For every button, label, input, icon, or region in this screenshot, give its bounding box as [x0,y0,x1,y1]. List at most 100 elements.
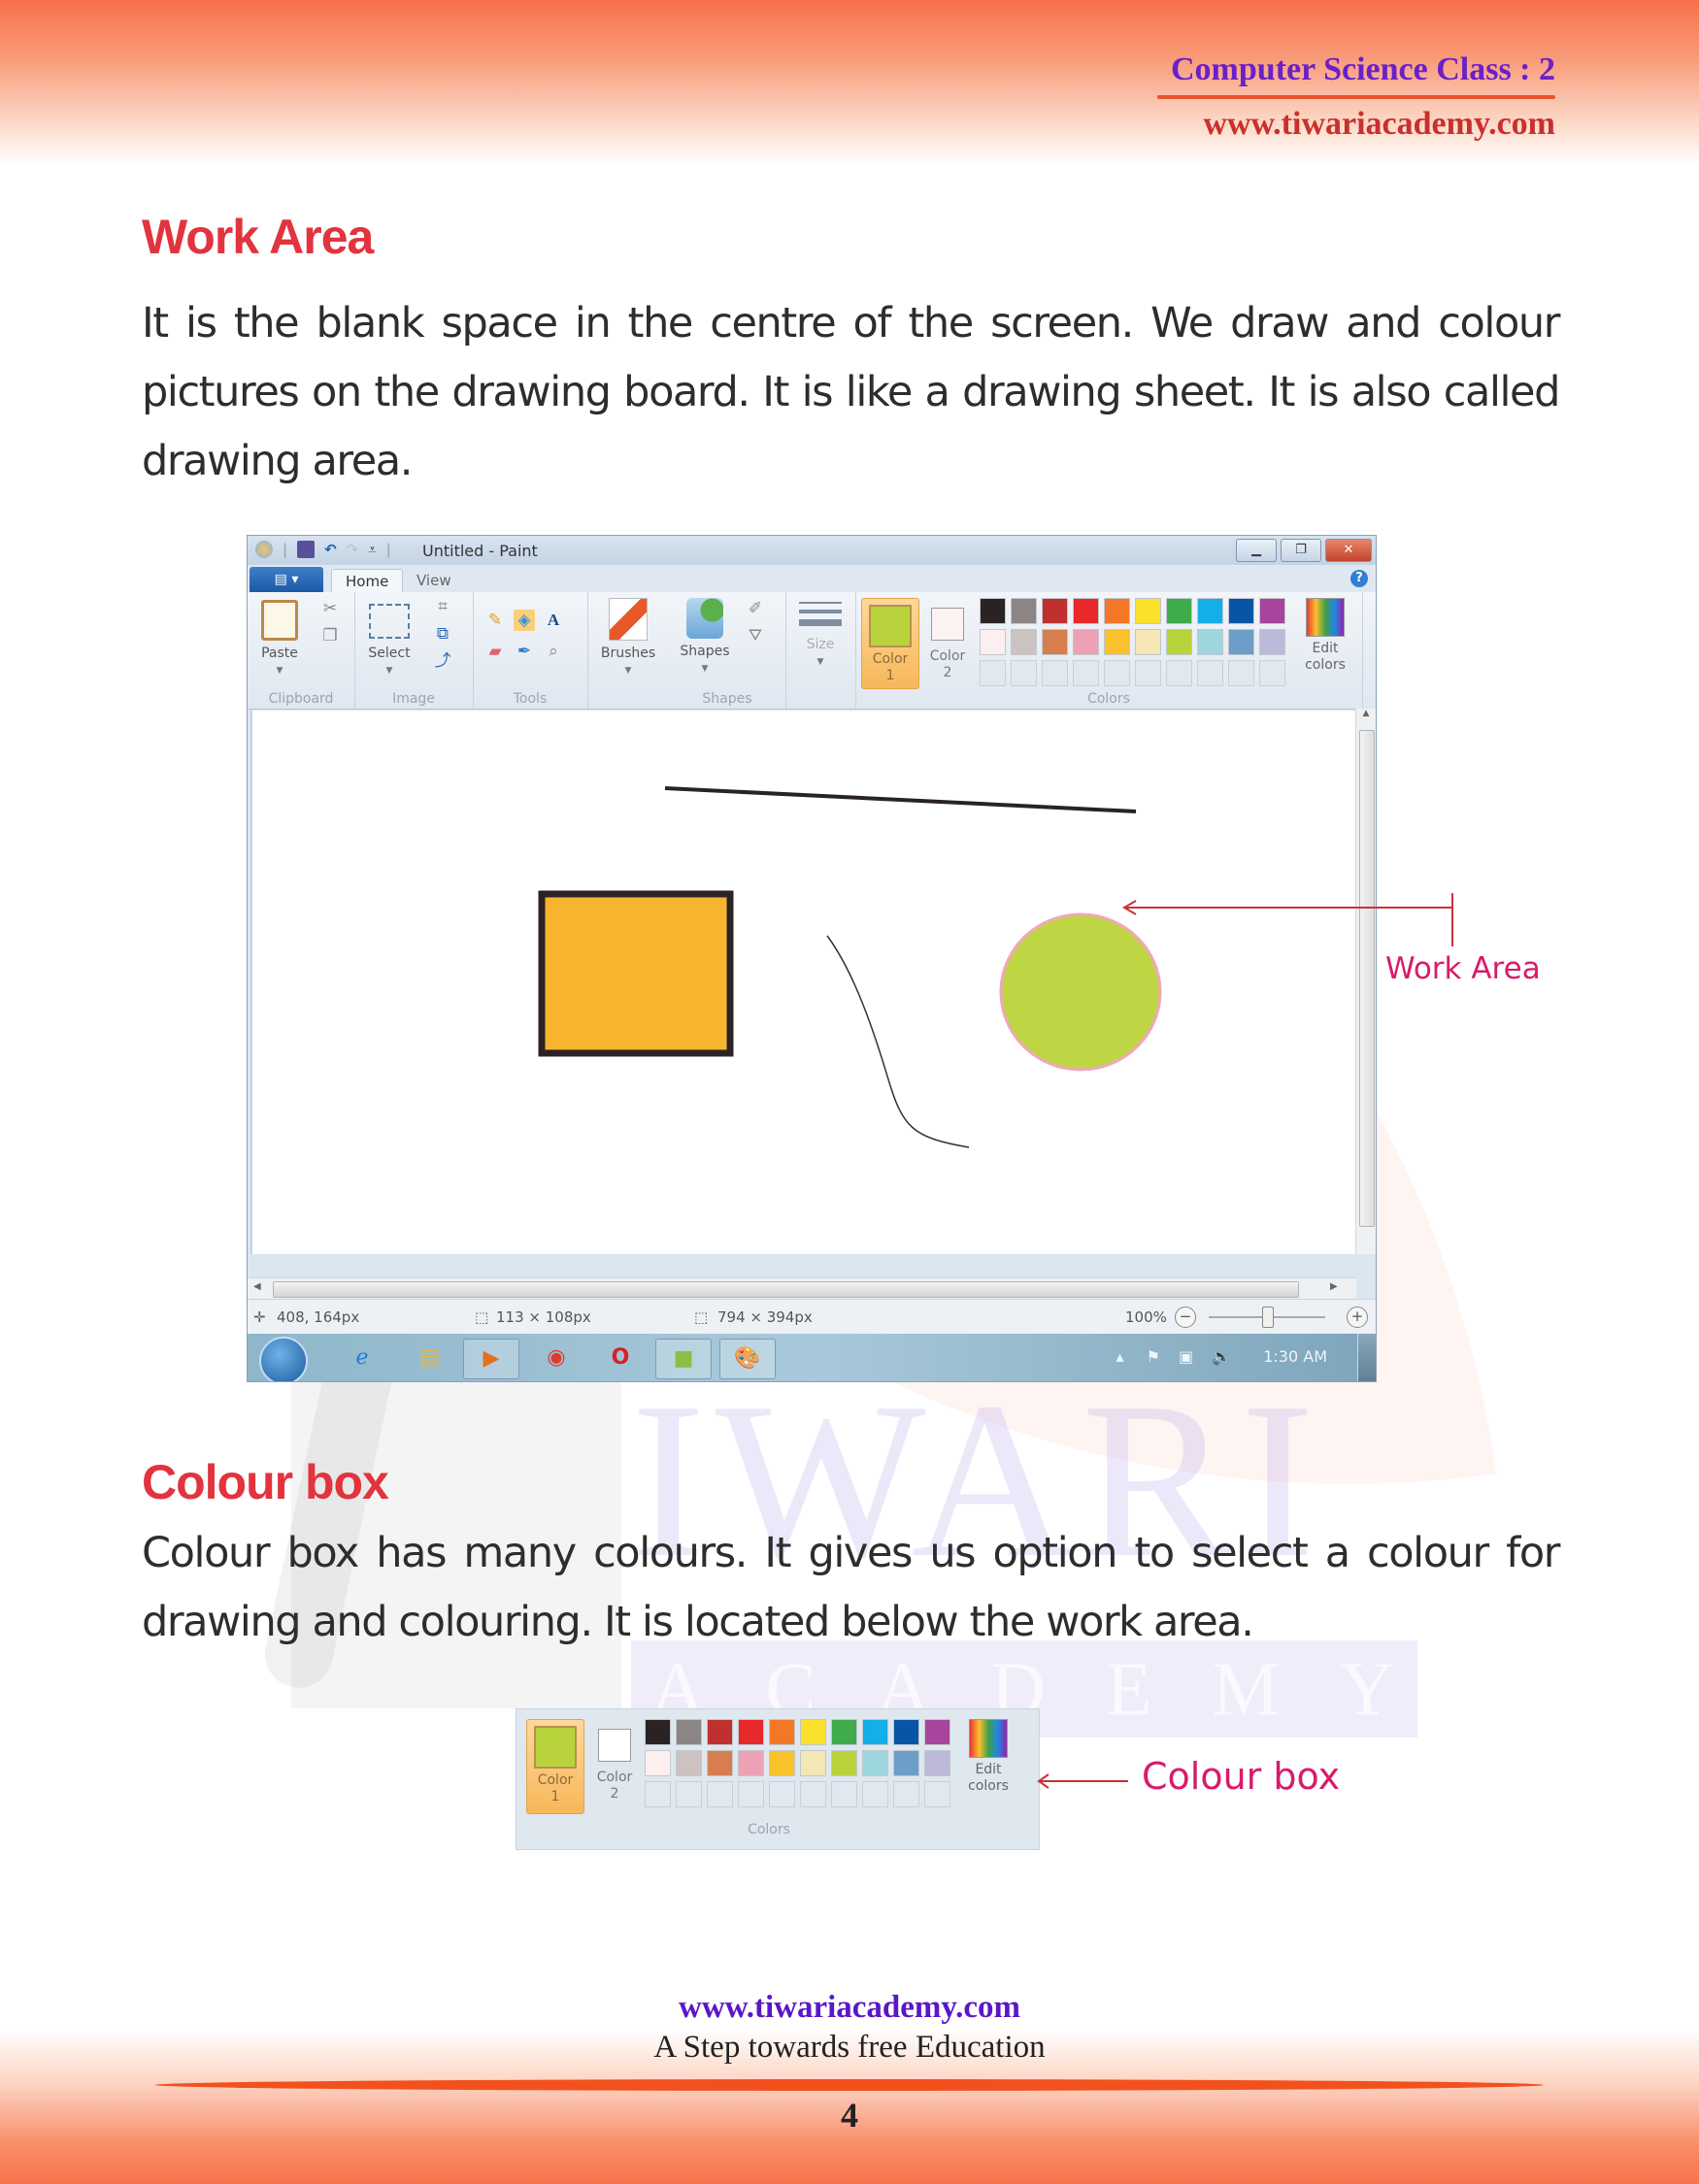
minimize-button[interactable]: ▁ [1236,539,1277,562]
custom-color-slot[interactable] [1104,660,1130,686]
internet-explorer-icon[interactable]: ℯ [335,1339,389,1377]
scroll-right-icon[interactable]: ▶ [1330,1281,1338,1292]
header-website-link[interactable]: www.tiwariacademy.com [1157,105,1555,144]
color1-button[interactable]: Color 1 [861,598,919,689]
custom-color-slot[interactable] [980,660,1006,686]
paint-taskbar-icon[interactable]: 🎨 [719,1339,776,1379]
palette-color-swatch[interactable] [1011,629,1037,655]
palette-color-swatch[interactable] [1104,629,1130,655]
palette-color-swatch[interactable] [1135,598,1161,624]
color-picker-icon[interactable]: ✒ [514,641,535,662]
palette-color-swatch[interactable] [769,1750,795,1776]
palette-color-swatch[interactable] [1197,598,1223,624]
footer-website-link[interactable]: www.tiwariacademy.com [0,1988,1699,2027]
horizontal-scrollbar[interactable]: ◀ ▶ [248,1277,1356,1300]
network-icon[interactable]: ▣ [1179,1347,1193,1366]
palette-color-swatch[interactable] [831,1750,857,1776]
palette-color-swatch[interactable] [1228,598,1254,624]
shapes-button[interactable]: Shapes ▼ [675,598,735,678]
custom-color-slot[interactable] [645,1781,671,1807]
clock[interactable]: 1:30 AM [1263,1347,1327,1366]
palette-color-swatch[interactable] [893,1750,919,1776]
custom-color-slot[interactable] [676,1781,702,1807]
chrome-icon[interactable]: ◉ [529,1339,583,1377]
show-desktop-button[interactable] [1357,1334,1376,1381]
custom-color-slot[interactable] [1228,660,1254,686]
palette-color-swatch[interactable] [1042,629,1068,655]
custom-color-slot[interactable] [862,1781,888,1807]
fill-icon[interactable]: ◈ [514,610,535,631]
palette-color-swatch[interactable] [1135,629,1161,655]
vertical-scroll-thumb[interactable] [1359,730,1375,1227]
select-button[interactable]: Select ▼ [364,600,415,679]
palette-color-swatch[interactable] [1011,598,1037,624]
tab-home[interactable]: Home [331,569,404,593]
palette-color-swatch[interactable] [980,598,1006,624]
palette-color-swatch[interactable] [1166,629,1192,655]
custom-color-slot[interactable] [1259,660,1285,686]
custom-color-slot[interactable] [1073,660,1099,686]
palette-color-swatch[interactable] [924,1750,950,1776]
palette-color-swatch[interactable] [980,629,1006,655]
work-area-canvas[interactable] [250,711,1357,1254]
file-explorer-icon[interactable]: ▤ [403,1339,457,1377]
palette-color-swatch[interactable] [707,1719,733,1745]
save-icon[interactable] [297,541,316,558]
colour-box-color2[interactable]: Color 2 [588,1719,641,1808]
edit-colors-button[interactable]: Edit colors [1298,598,1352,674]
paste-button[interactable]: Paste ▼ [257,600,302,679]
colour-box-color1[interactable]: Color 1 [526,1719,584,1814]
zoom-slider-thumb[interactable] [1262,1307,1274,1328]
vertical-scrollbar[interactable]: ▲ [1355,709,1376,1254]
palette-color-swatch[interactable] [1042,598,1068,624]
color2-button[interactable]: Color 2 [921,598,974,687]
crop-icon[interactable]: ⌗ [432,596,453,617]
custom-color-slot[interactable] [800,1781,826,1807]
palette-color-swatch[interactable] [1259,629,1285,655]
zoom-in-button[interactable]: + [1347,1307,1368,1328]
palette-color-swatch[interactable] [1073,598,1099,624]
palette-color-swatch[interactable] [862,1750,888,1776]
palette-color-swatch[interactable] [1228,629,1254,655]
outline-icon[interactable]: ✐ [745,598,766,619]
scroll-left-icon[interactable]: ◀ [253,1281,261,1292]
palette-color-swatch[interactable] [707,1750,733,1776]
custom-color-slot[interactable] [707,1781,733,1807]
text-icon[interactable]: A [543,610,564,631]
fill-shape-icon[interactable]: ⛛ [745,625,766,646]
resize-icon[interactable]: ⧉ [432,623,453,645]
pencil-icon[interactable]: ✎ [484,610,506,631]
customize-toolbar-icon[interactable]: ⩡ [368,541,376,558]
custom-color-slot[interactable] [1042,660,1068,686]
palette-color-swatch[interactable] [1166,598,1192,624]
palette-color-swatch[interactable] [831,1719,857,1745]
palette-color-swatch[interactable] [1259,598,1285,624]
horizontal-scroll-thumb[interactable] [273,1281,1299,1298]
volume-icon[interactable]: 🔈 [1212,1347,1231,1366]
palette-color-swatch[interactable] [738,1750,764,1776]
palette-color-swatch[interactable] [862,1719,888,1745]
greenshot-icon[interactable]: ■ [655,1339,712,1379]
palette-color-swatch[interactable] [1197,629,1223,655]
palette-color-swatch[interactable] [924,1719,950,1745]
palette-color-swatch[interactable] [1104,598,1130,624]
custom-color-slot[interactable] [893,1781,919,1807]
opera-icon[interactable]: O [593,1339,648,1377]
custom-color-slot[interactable] [924,1781,950,1807]
palette-color-swatch[interactable] [738,1719,764,1745]
custom-color-slot[interactable] [831,1781,857,1807]
start-button[interactable] [259,1337,308,1381]
custom-color-slot[interactable] [738,1781,764,1807]
tab-view[interactable]: View [403,569,465,592]
redo-icon[interactable]: ↷ [347,541,359,558]
eraser-icon[interactable]: ▰ [484,641,506,662]
palette-color-swatch[interactable] [893,1719,919,1745]
size-button[interactable]: Size ▼ [797,602,844,671]
palette-color-swatch[interactable] [1073,629,1099,655]
palette-color-swatch[interactable] [645,1750,671,1776]
palette-color-swatch[interactable] [645,1719,671,1745]
colour-box-edit-colors[interactable]: Edit colors [961,1719,1016,1795]
action-center-icon[interactable]: ⚑ [1147,1347,1160,1366]
cut-icon[interactable]: ✂ [319,598,341,619]
palette-color-swatch[interactable] [769,1719,795,1745]
